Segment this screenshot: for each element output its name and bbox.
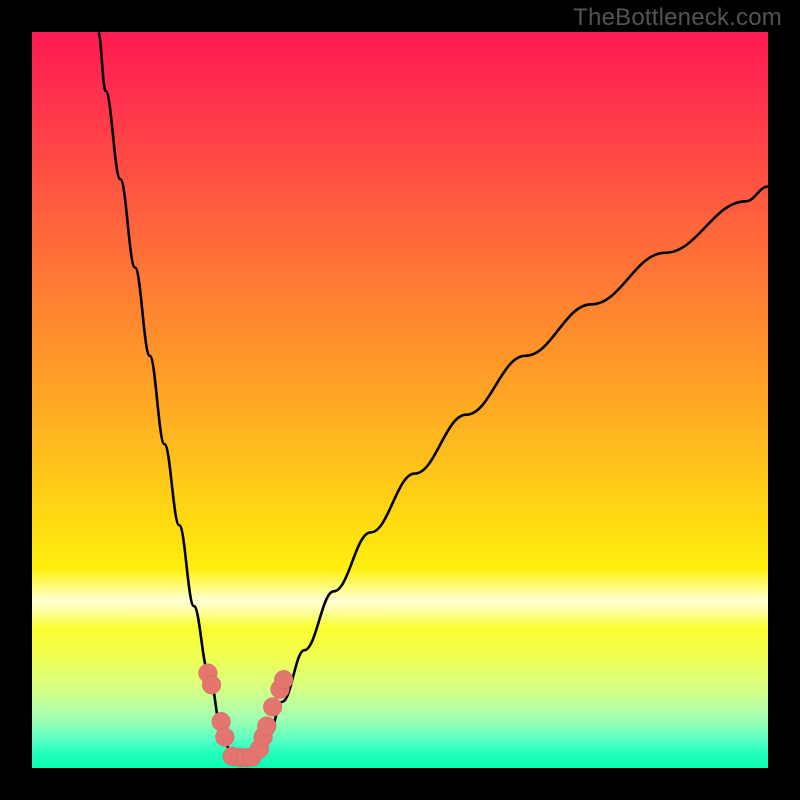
data-marker xyxy=(202,676,221,695)
data-marker xyxy=(274,670,293,689)
right-curve xyxy=(256,187,768,757)
marker-group xyxy=(199,664,293,767)
data-marker xyxy=(216,728,235,747)
data-marker xyxy=(263,698,282,717)
left-curve xyxy=(98,32,232,757)
data-marker xyxy=(257,717,276,736)
plot-area xyxy=(32,32,768,768)
curve-layer xyxy=(32,32,768,768)
watermark: TheBottleneck.com xyxy=(573,4,782,32)
chart-frame: TheBottleneck.com xyxy=(0,0,800,800)
